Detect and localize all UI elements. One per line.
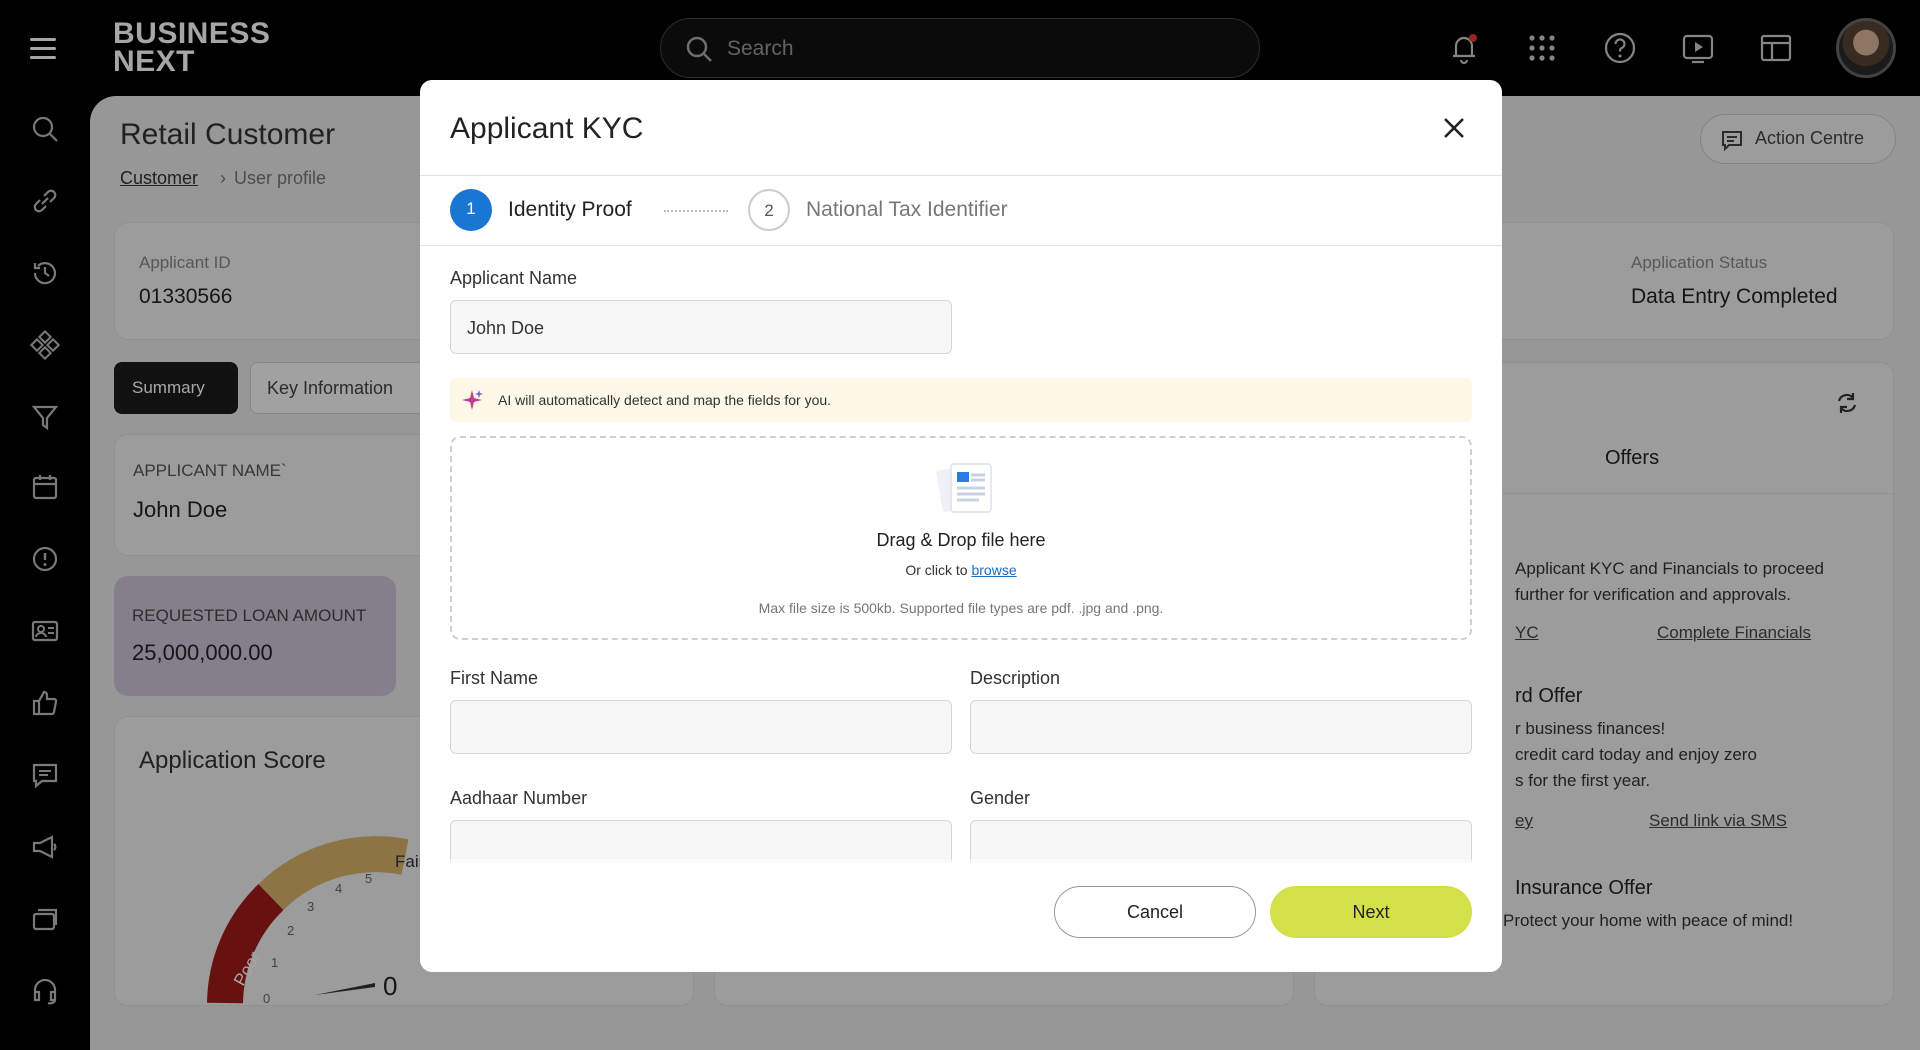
step-1-label[interactable]: Identity Proof	[508, 198, 632, 222]
gender-label: Gender	[970, 788, 1031, 808]
applicant-name-label: Applicant Name	[450, 268, 578, 288]
dropzone-hint: Max file size is 500kb. Supported file t…	[758, 600, 1164, 616]
ai-banner: AI will automatically detect and map the…	[450, 378, 1472, 422]
file-dropzone[interactable]: Drag & Drop file here Or click to browse…	[450, 436, 1472, 640]
browse-link[interactable]: browse	[971, 562, 1016, 578]
aadhaar-number-field[interactable]	[450, 820, 952, 862]
sparkle-icon	[462, 390, 483, 410]
cancel-button[interactable]: Cancel	[1054, 886, 1256, 938]
dropzone-title: Drag & Drop file here	[876, 530, 1046, 550]
divider	[420, 245, 1502, 246]
dropzone-subtitle: Or click to browse	[905, 562, 1017, 578]
aadhaar-number-label: Aadhaar Number	[450, 788, 588, 808]
gender-field[interactable]	[970, 820, 1472, 862]
description-field[interactable]	[970, 700, 1472, 754]
ai-banner-text: AI will automatically detect and map the…	[498, 392, 832, 408]
description-label: Description	[970, 668, 1061, 688]
step-1-indicator[interactable]: 1	[450, 189, 492, 231]
first-name-label: First Name	[450, 668, 539, 688]
step-2-indicator[interactable]: 2	[748, 189, 790, 231]
modal-title: Applicant KYC	[450, 112, 644, 145]
footer-divider	[420, 860, 1502, 861]
step-connector	[664, 210, 728, 212]
step-2-label[interactable]: National Tax Identifier	[806, 198, 1008, 222]
applicant-kyc-modal: Applicant KYC 1 Identity Proof 2 Nationa…	[420, 80, 1502, 972]
document-upload-icon	[936, 463, 992, 513]
first-name-field[interactable]	[450, 700, 952, 754]
close-icon[interactable]	[1440, 114, 1468, 142]
divider	[420, 175, 1502, 176]
next-button[interactable]: Next	[1270, 886, 1472, 938]
applicant-name-field[interactable]: John Doe	[450, 300, 952, 354]
